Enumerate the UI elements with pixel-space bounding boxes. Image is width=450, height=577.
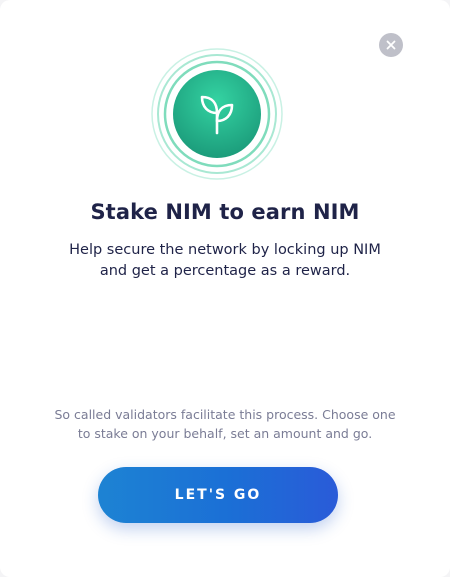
staking-illustration (150, 47, 284, 181)
sprout-icon (151, 48, 283, 180)
subtitle-line-1: Help secure the network by locking up NI… (69, 242, 381, 258)
subtitle-line-2: and get a percentage as a reward. (99, 263, 351, 279)
close-icon (386, 40, 396, 50)
stake-intro-dialog: Stake NIM to earn NIM Help secure the ne… (0, 0, 450, 577)
info-line-2: to stake on your behalf, set an amount a… (77, 426, 373, 441)
info-line-1: So called validators facilitate this pro… (54, 407, 396, 422)
dialog-title: Stake NIM to earn NIM (90, 200, 360, 224)
lets-go-button[interactable]: LET'S GO (98, 467, 338, 523)
validator-info: So called validators facilitate this pro… (40, 405, 410, 443)
dialog-subtitle: Help secure the network by locking up NI… (50, 240, 400, 282)
close-button[interactable] (379, 33, 403, 57)
